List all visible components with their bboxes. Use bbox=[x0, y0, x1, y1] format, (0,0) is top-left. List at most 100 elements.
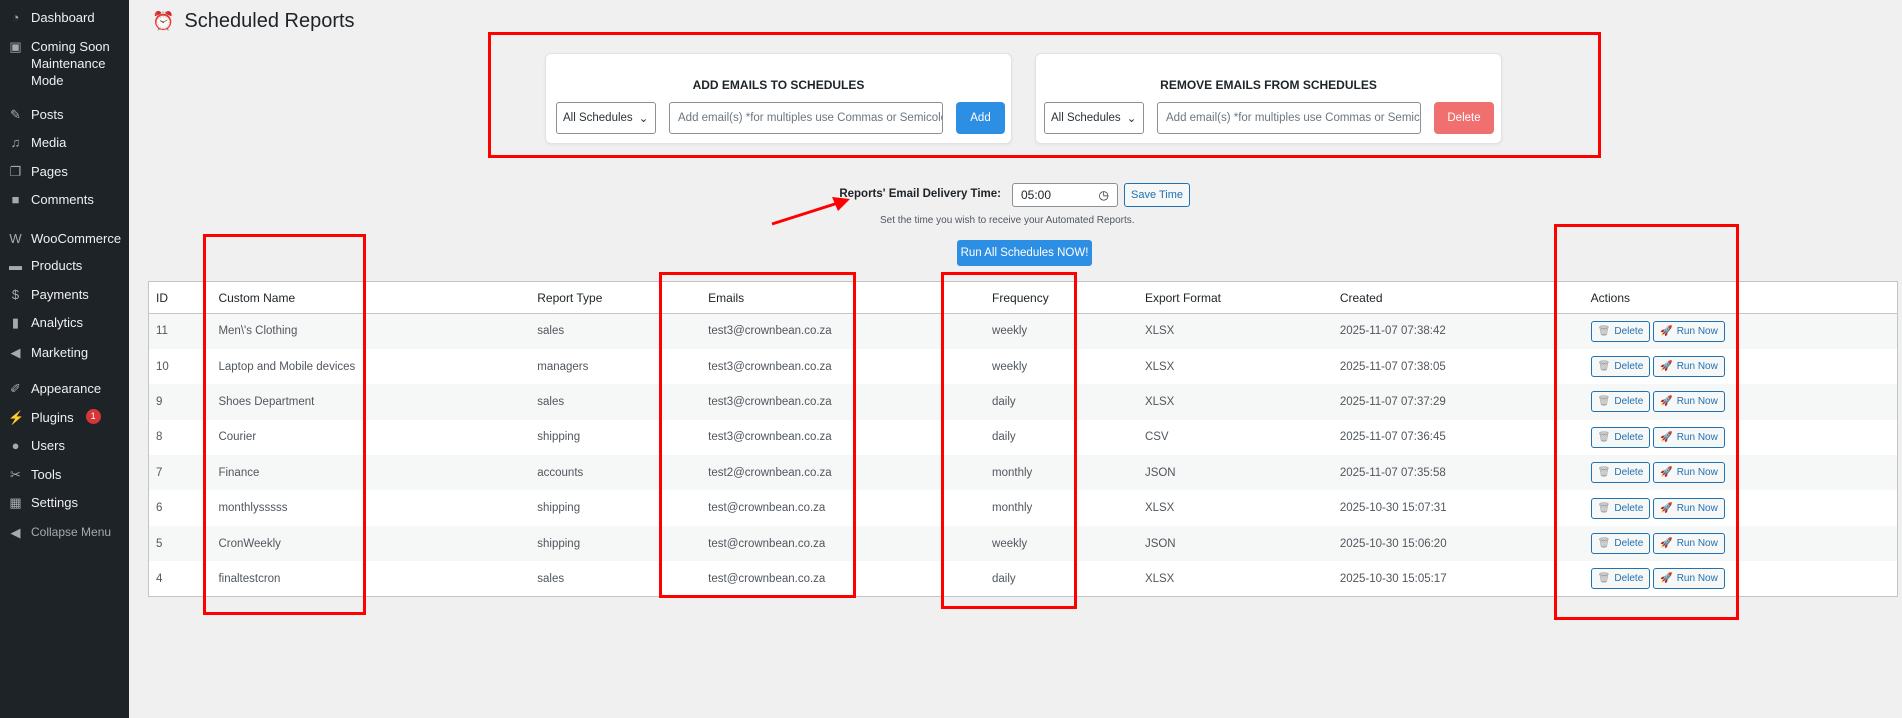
sidebar-item-dashboard[interactable]: ◔ Dashboard bbox=[8, 9, 95, 26]
cell-frequency: weekly bbox=[992, 360, 1028, 373]
cell-created: 2025-11-07 07:38:05 bbox=[1339, 360, 1446, 373]
run-now-button[interactable]: 🚀 Run Now bbox=[1653, 426, 1725, 448]
cell-report-type: shipping bbox=[537, 502, 581, 515]
sidebar-item-payments[interactable]: $ Payments bbox=[8, 286, 89, 303]
cell-actions: 🗑 Delete 🚀 Run Now bbox=[1590, 314, 1898, 349]
collapse-icon: ◀ bbox=[10, 525, 21, 540]
cell-report-type: accounts bbox=[537, 466, 584, 479]
run-now-button[interactable]: 🚀 Run Now bbox=[1653, 462, 1725, 484]
sidebar-item-coming-soon-maintenance-mode[interactable]: ▣ Coming Soon Maintenance Mode bbox=[8, 38, 111, 89]
delete-emails-button[interactable]: Delete bbox=[1434, 102, 1494, 134]
sidebar-item-analytics[interactable]: ▮ Analytics bbox=[8, 314, 83, 331]
cell-actions: 🗑 Delete 🚀 Run Now bbox=[1590, 384, 1898, 419]
woocommerce-icon: W bbox=[9, 231, 22, 246]
rocket-icon: 🚀 bbox=[1660, 431, 1673, 443]
button-label: Delete bbox=[1614, 467, 1644, 479]
sidebar-item-label: WooCommerce bbox=[31, 231, 122, 246]
rocket-icon: 🚀 bbox=[1660, 396, 1673, 408]
sidebar-item-pages[interactable]: ❐ Pages bbox=[8, 163, 68, 180]
cell-report-type: shipping bbox=[537, 537, 581, 550]
trash-icon: 🗑 bbox=[1597, 467, 1611, 479]
settings-icon: ▦ bbox=[9, 495, 22, 510]
sidebar-item-woocommerce[interactable]: W WooCommerce bbox=[8, 230, 121, 247]
rocket-icon: 🚀 bbox=[1660, 467, 1673, 479]
delivery-time-input[interactable]: 05:00 ◷ bbox=[1012, 183, 1118, 207]
run-now-button[interactable]: 🚀 Run Now bbox=[1653, 533, 1725, 555]
table-row: 5 CronWeekly shipping test@crownbean.co.za w… bbox=[148, 525, 1898, 562]
save-time-button[interactable]: Save Time bbox=[1124, 183, 1190, 207]
cell-emails: test2@crownbean.co.za bbox=[708, 466, 832, 479]
trash-icon: 🗑 bbox=[1597, 431, 1611, 443]
trash-icon: 🗑 bbox=[1597, 538, 1611, 550]
sidebar-item-settings[interactable]: ▦ Settings bbox=[8, 494, 78, 511]
sidebar-item-collapse-menu[interactable]: ◀ Collapse Menu bbox=[8, 524, 112, 541]
sidebar-item-label: Settings bbox=[31, 495, 78, 510]
delete-schedule-button[interactable]: 🗑 Delete bbox=[1590, 568, 1651, 590]
cell-frequency: daily bbox=[992, 572, 1016, 585]
sidebar-item-products[interactable]: ▬ Products bbox=[8, 257, 82, 274]
sidebar-item-label: Media bbox=[31, 135, 67, 150]
run-now-button[interactable]: 🚀 Run Now bbox=[1653, 497, 1725, 519]
sidebar-item-label: Collapse Menu bbox=[31, 525, 112, 539]
brush-icon: ✐ bbox=[10, 381, 21, 396]
cell-actions: 🗑 Delete 🚀 Run Now bbox=[1590, 526, 1898, 561]
pages-icon: ❐ bbox=[9, 164, 22, 179]
delete-schedule-button[interactable]: 🗑 Delete bbox=[1590, 462, 1651, 484]
run-now-button[interactable]: 🚀 Run Now bbox=[1653, 391, 1725, 413]
cell-export-format: XLSX bbox=[1144, 502, 1175, 515]
sidebar-item-users[interactable]: ● Users bbox=[8, 437, 65, 454]
page-title: Scheduled Reports bbox=[184, 10, 355, 32]
table-row: 10 Laptop and Mobile devices managers test3… bbox=[149, 349, 1898, 384]
rocket-icon: 🚀 bbox=[1660, 538, 1673, 550]
pin-icon: ✎ bbox=[10, 107, 21, 122]
sidebar-item-marketing[interactable]: ◀ Marketing bbox=[8, 344, 89, 361]
cell-frequency: daily bbox=[992, 395, 1016, 408]
run-now-button[interactable]: 🚀 Run Now bbox=[1653, 568, 1725, 590]
sidebar-item-label: Analytics bbox=[31, 315, 84, 330]
add-schedule-select[interactable]: All Schedules ⌄ bbox=[556, 102, 656, 134]
cell-id: 7 bbox=[156, 466, 163, 479]
remove-email-input[interactable]: Add email(s) *for multiples use Commas o… bbox=[1157, 102, 1421, 134]
cell-custom-name: finaltestcron bbox=[218, 572, 281, 585]
cell-id: 11 bbox=[156, 325, 168, 338]
cell-export-format: XLSX bbox=[1144, 325, 1175, 338]
delete-schedule-button[interactable]: 🗑 Delete bbox=[1590, 533, 1651, 555]
sidebar-item-label: Dashboard bbox=[31, 10, 95, 25]
delete-schedule-button[interactable]: 🗑 Delete bbox=[1590, 497, 1651, 519]
clock-icon[interactable]: ◷ bbox=[1099, 188, 1109, 202]
sidebar-item-label: Posts bbox=[31, 107, 64, 122]
sidebar-item-appearance[interactable]: ✐ Appearance bbox=[8, 380, 101, 397]
button-label: Delete bbox=[1614, 325, 1644, 337]
cell-actions: 🗑 Delete 🚀 Run Now bbox=[1590, 490, 1898, 525]
sidebar-item-media[interactable]: ♫ Media bbox=[8, 134, 67, 151]
cell-emails: test3@crownbean.co.za bbox=[708, 360, 832, 373]
delete-schedule-button[interactable]: 🗑 Delete bbox=[1590, 391, 1651, 413]
wrench-icon: ✂ bbox=[10, 467, 21, 482]
sidebar-item-label: Payments bbox=[31, 287, 89, 302]
delete-schedule-button[interactable]: 🗑 Delete bbox=[1590, 320, 1651, 342]
button-label: Run Now bbox=[1676, 538, 1718, 550]
media-icon: ♫ bbox=[10, 135, 21, 150]
delete-schedule-button[interactable]: 🗑 Delete bbox=[1590, 426, 1651, 448]
cell-id: 6 bbox=[156, 502, 163, 515]
sidebar-item-label: Products bbox=[31, 258, 83, 273]
sidebar-item-posts[interactable]: ✎ Posts bbox=[8, 106, 64, 123]
cell-export-format: CSV bbox=[1144, 431, 1169, 444]
schedules-table: ID Custom Name Report Type Emails Frequency E… bbox=[148, 281, 1898, 598]
add-button[interactable]: Add bbox=[956, 102, 1005, 134]
trash-icon: 🗑 bbox=[1597, 325, 1611, 337]
add-email-input[interactable]: Add email(s) *for multiples use Commas o… bbox=[669, 102, 943, 134]
button-label: Run Now bbox=[1676, 431, 1718, 443]
button-label: Delete bbox=[1614, 538, 1644, 550]
sidebar-item-tools[interactable]: ✂ Tools bbox=[8, 466, 61, 483]
run-now-button[interactable]: 🚀 Run Now bbox=[1653, 320, 1725, 342]
run-all-schedules-button[interactable]: Run All Schedules NOW! bbox=[957, 240, 1092, 266]
sidebar-item-plugins[interactable]: ⚡ Plugins 1 bbox=[8, 409, 101, 426]
remove-schedule-select[interactable]: All Schedules ⌄ bbox=[1044, 102, 1144, 134]
column-header: Frequency bbox=[992, 281, 1145, 314]
delete-schedule-button[interactable]: 🗑 Delete bbox=[1590, 356, 1651, 378]
table-row: 6 monthlysssss shipping test@crownbean.co.z… bbox=[149, 490, 1898, 525]
button-label: Run Now bbox=[1676, 573, 1718, 585]
dashboard-icon: ◔ bbox=[11, 10, 20, 25]
run-now-button[interactable]: 🚀 Run Now bbox=[1653, 356, 1725, 378]
